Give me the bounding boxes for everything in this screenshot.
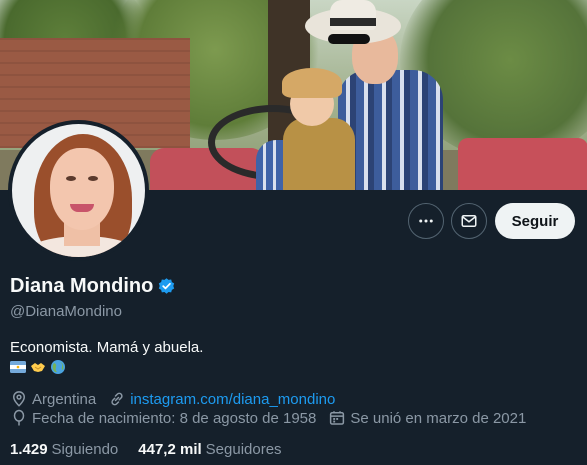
website-item: instagram.com/diana_mondino (108, 390, 335, 408)
avatar-face (50, 148, 114, 230)
argentina-flag-emoji (10, 361, 26, 373)
banner-baby (283, 118, 355, 190)
following-count: 1.429 (10, 441, 48, 458)
bio-emoji-row (10, 359, 66, 375)
banner-sunglasses (328, 34, 370, 44)
profile-name: Diana Mondino (10, 275, 154, 297)
more-options-button[interactable] (408, 203, 444, 239)
website-link[interactable]: instagram.com/diana_mondino (130, 391, 335, 408)
banner-baby-hat (282, 68, 342, 98)
profile-meta-row: Argentina instagram.com/diana_mondino (10, 390, 335, 408)
following-link[interactable]: 1.429 Siguiendo (10, 441, 118, 458)
calendar-icon (330, 411, 345, 425)
location-pin-icon (12, 391, 26, 407)
verified-badge-icon (159, 278, 175, 294)
location-text: Argentina (32, 390, 97, 408)
joined-item: Se unió en marzo de 2021 (328, 409, 526, 427)
profile-stats: 1.429 Siguiendo 447,2 mil Seguidores (10, 441, 302, 458)
location-item: Argentina (10, 390, 96, 408)
birthdate-text: Fecha de nacimiento: 8 de agosto de 1958 (32, 409, 317, 427)
message-button[interactable] (451, 203, 487, 239)
envelope-icon (461, 215, 477, 227)
banner-hat-band (330, 18, 376, 26)
joined-text: Se unió en marzo de 2021 (350, 409, 527, 427)
followers-count: 447,2 mil (138, 441, 202, 458)
profile-meta-row: Fecha de nacimiento: 8 de agosto de 1958… (10, 409, 526, 427)
handshake-emoji (31, 363, 45, 372)
followers-label: Seguidores (205, 441, 282, 458)
more-icon (419, 219, 433, 223)
globe-emoji (51, 360, 65, 374)
followers-link[interactable]: 447,2 mil Seguidores (138, 441, 281, 458)
profile-name-row: Diana Mondino (10, 275, 176, 298)
balloon-icon (13, 409, 25, 426)
birthdate-item: Fecha de nacimiento: 8 de agosto de 1958 (10, 409, 316, 427)
avatar-eye (88, 176, 98, 181)
following-label: Siguiendo (51, 441, 119, 458)
banner-tractor (458, 138, 587, 190)
profile-bio: Economista. Mamá y abuela. (10, 339, 204, 356)
profile-avatar[interactable] (8, 120, 149, 261)
link-icon (111, 392, 123, 406)
profile-handle: @DianaMondino (10, 303, 122, 320)
follow-button[interactable]: Seguir (495, 203, 575, 239)
avatar-eye (66, 176, 76, 181)
